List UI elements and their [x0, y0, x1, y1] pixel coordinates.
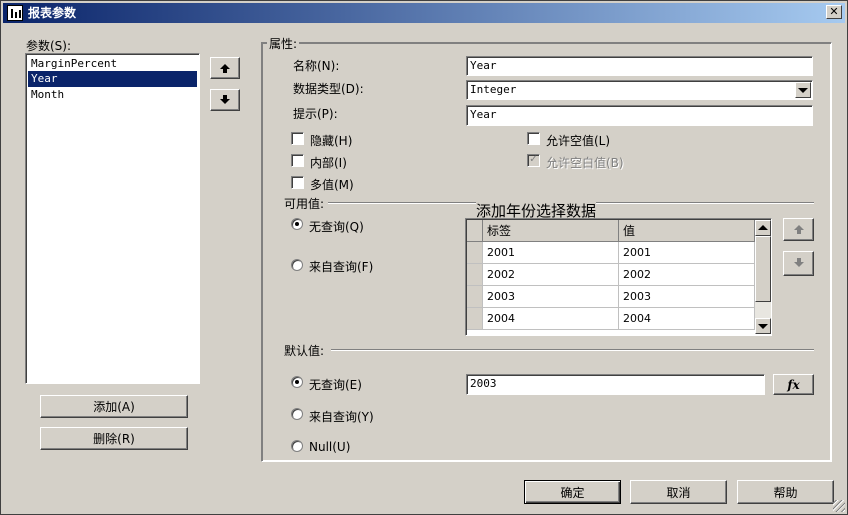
- expression-button[interactable]: fx: [773, 374, 814, 395]
- scroll-down-icon: [758, 324, 768, 329]
- available-from-query-radio[interactable]: [291, 259, 303, 271]
- allow-blank-checkbox: ✓: [527, 154, 540, 167]
- move-down-button[interactable]: [210, 89, 240, 111]
- multi-value-label: 多值(M): [310, 178, 354, 192]
- row-header-corner: [467, 220, 483, 242]
- grid-cell-value[interactable]: 2003: [619, 286, 755, 308]
- available-no-query-radio[interactable]: [291, 218, 303, 230]
- arrow-down-icon: [794, 262, 804, 267]
- default-value-input[interactable]: 2003: [466, 374, 765, 395]
- report-parameters-dialog: 报表参数 ✕ 参数(S): MarginPercent Year Month 添…: [0, 0, 848, 515]
- list-item[interactable]: MarginPercent: [28, 56, 197, 72]
- hidden-checkbox[interactable]: [291, 132, 304, 145]
- internal-label: 内部(I): [310, 156, 347, 170]
- row-header: [467, 264, 483, 286]
- default-null-radio[interactable]: [291, 440, 303, 452]
- default-no-query-label: 无查询(E): [309, 378, 362, 392]
- delete-parameter-button[interactable]: 删除(R): [40, 427, 188, 450]
- name-input[interactable]: Year: [466, 56, 813, 76]
- grid-cell-value[interactable]: 2002: [619, 264, 755, 286]
- window-title: 报表参数: [28, 6, 77, 20]
- available-values-label: 可用值:: [284, 197, 325, 211]
- default-values-label: 默认值:: [284, 344, 325, 358]
- check-icon: ✓: [529, 154, 538, 165]
- row-header: [467, 242, 483, 264]
- default-no-query-radio[interactable]: [291, 376, 303, 388]
- arrow-down-icon: [220, 99, 230, 104]
- dropdown-button[interactable]: [795, 82, 811, 98]
- available-from-query-label: 来自查询(F): [309, 260, 374, 274]
- chevron-down-icon: [798, 88, 808, 93]
- default-from-query-label: 来自查询(Y): [309, 410, 374, 424]
- allow-null-label: 允许空值(L): [546, 134, 611, 148]
- available-no-query-label: 无查询(Q): [309, 220, 364, 234]
- multi-value-checkbox[interactable]: [291, 176, 304, 189]
- add-parameter-button[interactable]: 添加(A): [40, 395, 188, 418]
- internal-checkbox[interactable]: [291, 154, 304, 167]
- grid-cell-label[interactable]: 2002: [483, 264, 619, 286]
- prompt-input[interactable]: Year: [466, 105, 813, 126]
- available-values-grid[interactable]: 标签 值 2001 2001 2002 2002 2003 2003 2004 …: [465, 218, 772, 336]
- cancel-button-label: 取消: [666, 485, 691, 500]
- ok-button-label: 确定: [560, 485, 585, 500]
- close-icon: ✕: [829, 5, 839, 18]
- row-header: [467, 308, 483, 330]
- default-from-query-radio[interactable]: [291, 408, 303, 420]
- fx-icon: fx: [787, 377, 800, 392]
- help-button[interactable]: 帮助: [737, 480, 834, 504]
- scroll-up-icon: [758, 225, 768, 230]
- move-up-button[interactable]: [210, 57, 240, 79]
- scroll-up-button[interactable]: [755, 220, 771, 236]
- cancel-button[interactable]: 取消: [630, 480, 727, 504]
- grid-move-up-button[interactable]: [783, 218, 814, 241]
- ok-button[interactable]: 确定: [524, 480, 621, 504]
- params-listbox[interactable]: MarginPercent Year Month: [25, 53, 200, 384]
- resize-grip[interactable]: [833, 500, 845, 512]
- report-icon: [7, 5, 23, 21]
- allow-null-checkbox[interactable]: [527, 132, 540, 145]
- hidden-label: 隐藏(H): [310, 134, 353, 148]
- grid-cell-value[interactable]: 2001: [619, 242, 755, 264]
- list-item[interactable]: Month: [28, 87, 197, 103]
- add-button-label: 添加(A): [93, 400, 135, 414]
- properties-group-label: 属性:: [267, 35, 300, 52]
- help-button-label: 帮助: [773, 485, 798, 500]
- title-bar[interactable]: 报表参数 ✕: [3, 3, 845, 23]
- data-type-label: 数据类型(D):: [293, 82, 364, 96]
- list-item-selected[interactable]: Year: [28, 71, 197, 87]
- grid-move-down-button[interactable]: [783, 251, 814, 276]
- data-type-value: Integer: [470, 83, 517, 96]
- params-label: 参数(S):: [26, 39, 72, 53]
- data-type-select[interactable]: Integer: [466, 80, 813, 100]
- grid-cell-value[interactable]: 2004: [619, 308, 755, 330]
- scroll-down-button[interactable]: [755, 318, 771, 334]
- name-label: 名称(N):: [293, 59, 340, 73]
- prompt-label: 提示(P):: [293, 107, 338, 121]
- column-header-value[interactable]: 值: [619, 220, 755, 242]
- allow-blank-label: 允许空白值(B): [546, 156, 624, 170]
- column-header-label[interactable]: 标签: [483, 220, 619, 242]
- grid-cell-label[interactable]: 2003: [483, 286, 619, 308]
- grid-cell-label[interactable]: 2004: [483, 308, 619, 330]
- default-null-label: Null(U): [309, 440, 351, 454]
- scroll-thumb[interactable]: [755, 236, 771, 302]
- delete-button-label: 删除(R): [93, 432, 135, 446]
- default-values-divider: [331, 349, 814, 351]
- grid-scrollbar[interactable]: [755, 220, 771, 334]
- close-button[interactable]: ✕: [826, 5, 842, 19]
- grid-cell-label[interactable]: 2001: [483, 242, 619, 264]
- row-header: [467, 286, 483, 308]
